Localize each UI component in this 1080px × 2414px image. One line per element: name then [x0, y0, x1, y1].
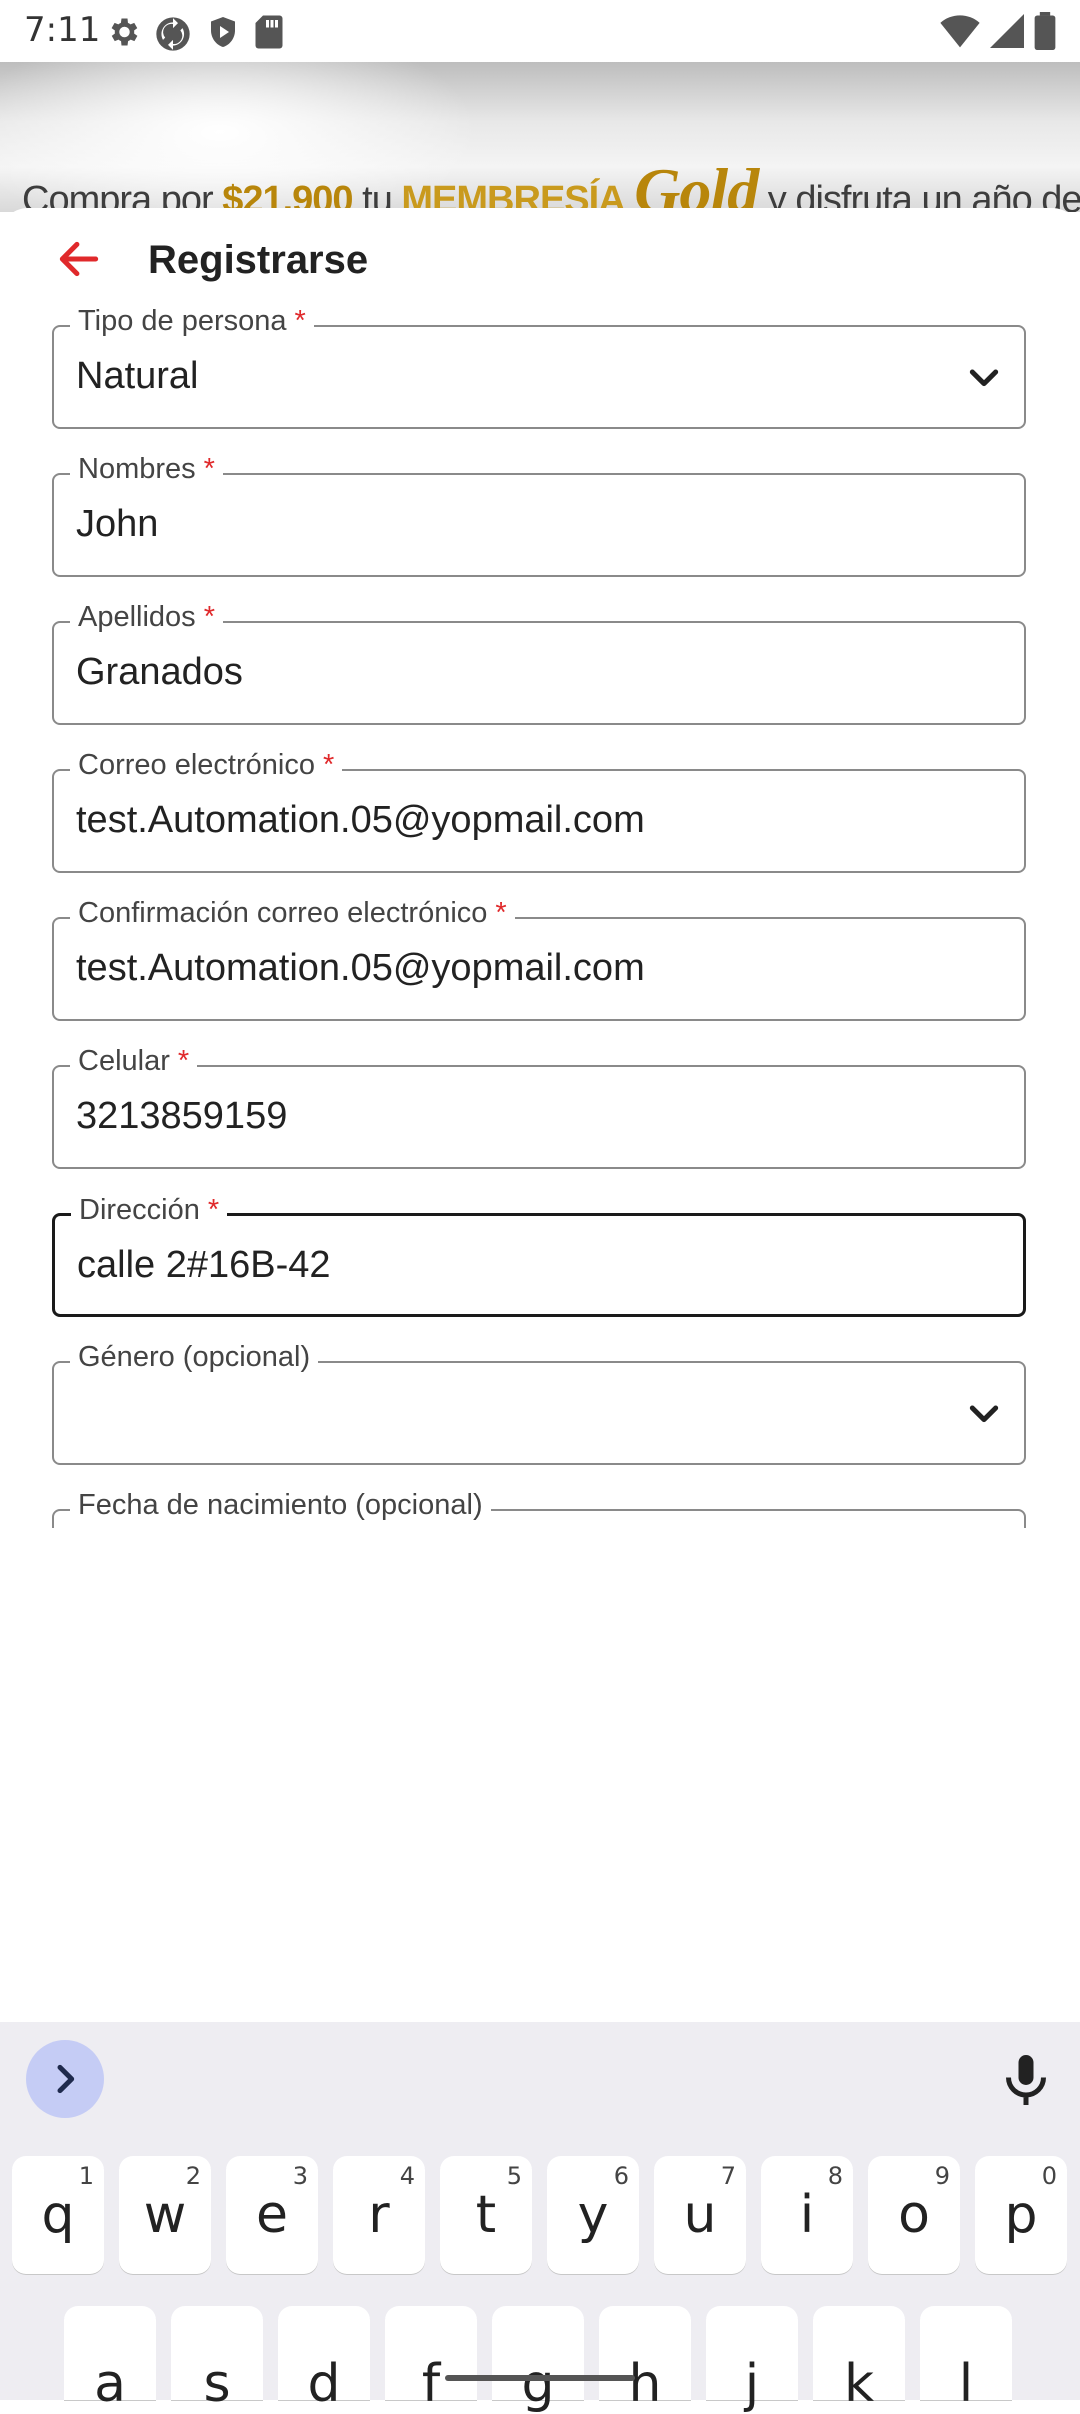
key-letter: f — [421, 2354, 441, 2414]
key-letter: a — [94, 2354, 126, 2414]
key-k[interactable]: k — [813, 2306, 905, 2414]
key-r[interactable]: r4 — [333, 2156, 425, 2274]
nombres-field[interactable]: Nombres * John — [52, 453, 1026, 577]
phone-value: 3213859159 — [76, 1095, 288, 1137]
battery-icon — [1034, 12, 1056, 50]
email-confirm-field[interactable]: Confirmación correo electrónico * test.Au… — [52, 897, 1026, 1021]
nombres-label: Nombres * — [70, 453, 223, 486]
mic-icon — [1006, 2055, 1046, 2105]
keyboard-next-button[interactable] — [26, 2040, 104, 2118]
status-left-icons — [105, 14, 285, 54]
promo-banner-text: Compra por $21.900 tu MEMBRESÍA Gold y d… — [22, 155, 1080, 212]
key-p[interactable]: p0 — [975, 2156, 1067, 2274]
key-letter: q — [41, 2185, 75, 2245]
key-u[interactable]: u7 — [654, 2156, 746, 2274]
mic-button[interactable] — [996, 2050, 1056, 2110]
address-field[interactable]: Dirección * calle 2#16B-42 — [52, 1194, 1026, 1317]
key-w[interactable]: w2 — [119, 2156, 211, 2274]
wifi-icon — [940, 15, 980, 48]
key-letter: w — [143, 2185, 187, 2245]
key-letter: t — [475, 2185, 497, 2245]
key-a[interactable]: a — [64, 2306, 156, 2414]
tipo-persona-select[interactable]: Tipo de persona * Natural — [52, 305, 1026, 429]
key-number-hint: 7 — [720, 2162, 736, 2190]
status-bar: 7:11 — [0, 0, 1080, 62]
key-f[interactable]: f — [385, 2306, 477, 2414]
key-e[interactable]: e3 — [226, 2156, 318, 2274]
apellidos-label: Apellidos * — [70, 601, 223, 634]
key-letter: p — [1004, 2185, 1038, 2245]
phone-field[interactable]: Celular * 3213859159 — [52, 1045, 1026, 1169]
key-number-hint: 3 — [292, 2162, 308, 2190]
apellidos-value: Granados — [76, 651, 243, 693]
key-number-hint: 8 — [827, 2162, 843, 2190]
tipo-persona-value: Natural — [76, 355, 199, 397]
key-number-hint: 6 — [613, 2162, 629, 2190]
chevron-down-icon — [969, 1405, 999, 1423]
email-confirm-label: Confirmación correo electrónico * — [70, 897, 515, 930]
key-q[interactable]: q1 — [12, 2156, 104, 2274]
address-label: Dirección * — [71, 1194, 228, 1227]
key-o[interactable]: o9 — [868, 2156, 960, 2274]
key-d[interactable]: d — [278, 2306, 370, 2414]
fecha-nacimiento-label: Fecha de nacimiento (opcional) — [70, 1489, 491, 1522]
key-s[interactable]: s — [171, 2306, 263, 2414]
address-value: calle 2#16B-42 — [77, 1244, 331, 1286]
shield-icon — [211, 17, 235, 47]
apellidos-field[interactable]: Apellidos * Granados — [52, 601, 1026, 725]
genero-label: Género (opcional) — [70, 1341, 319, 1374]
key-h[interactable]: h — [599, 2306, 691, 2414]
key-letter: i — [799, 2185, 815, 2245]
arrow-back-icon — [59, 241, 99, 277]
phone-label: Celular * — [70, 1045, 198, 1078]
key-letter: o — [898, 2185, 930, 2245]
register-sheet: Registrarse Tipo de persona * Natural Nom… — [0, 208, 1080, 2022]
key-number-hint: 9 — [934, 2162, 950, 2190]
key-letter: r — [368, 2185, 390, 2245]
status-right-icons — [940, 12, 1056, 50]
key-letter: u — [683, 2185, 717, 2245]
gesture-nav-bar[interactable] — [445, 2375, 635, 2381]
tipo-persona-label: Tipo de persona * — [70, 305, 314, 338]
status-time: 7:11 — [24, 10, 101, 50]
email-field[interactable]: Correo electrónico * test.Automation.05@y… — [52, 749, 1026, 873]
key-letter: h — [628, 2354, 662, 2414]
key-y[interactable]: y6 — [547, 2156, 639, 2274]
key-letter: j — [744, 2354, 760, 2414]
key-number-hint: 5 — [506, 2162, 522, 2190]
key-j[interactable]: j — [706, 2306, 798, 2414]
email-value: test.Automation.05@yopmail.com — [76, 799, 645, 841]
signal-icon — [990, 14, 1024, 48]
key-l[interactable]: l — [920, 2306, 1012, 2414]
sd-card-icon — [255, 15, 283, 49]
key-letter: s — [203, 2354, 231, 2414]
key-i[interactable]: i8 — [761, 2156, 853, 2274]
key-number-hint: 1 — [78, 2162, 94, 2190]
key-letter: k — [843, 2354, 875, 2414]
key-letter: g — [521, 2354, 555, 2414]
chevron-down-icon — [969, 369, 999, 387]
key-number-hint: 0 — [1041, 2162, 1057, 2190]
key-letter: d — [307, 2354, 341, 2414]
key-letter: e — [256, 2185, 288, 2245]
fecha-nacimiento-clip: Fecha de nacimiento (opcional) — [0, 1488, 1080, 1528]
genero-select[interactable]: Género (opcional) — [52, 1341, 1026, 1465]
nombres-value: John — [76, 503, 159, 545]
sheet-header: Registrarse — [0, 208, 1080, 308]
key-t[interactable]: t5 — [440, 2156, 532, 2274]
chevron-right-icon — [57, 2064, 75, 2094]
page-title: Registrarse — [148, 238, 369, 282]
fecha-nacimiento-field[interactable]: Fecha de nacimiento (opcional) — [52, 1489, 1026, 1528]
promo-banner: Compra por $21.900 tu MEMBRESÍA Gold y d… — [0, 62, 1080, 212]
key-g[interactable]: g — [492, 2306, 584, 2414]
key-number-hint: 4 — [399, 2162, 415, 2190]
key-letter: y — [577, 2185, 609, 2245]
key-letter: l — [958, 2354, 974, 2414]
gear-icon — [111, 18, 138, 46]
sync-icon — [156, 17, 190, 51]
key-number-hint: 2 — [185, 2162, 201, 2190]
back-button[interactable] — [54, 234, 114, 284]
email-label: Correo electrónico * — [70, 749, 343, 782]
email-confirm-value: test.Automation.05@yopmail.com — [76, 947, 645, 989]
